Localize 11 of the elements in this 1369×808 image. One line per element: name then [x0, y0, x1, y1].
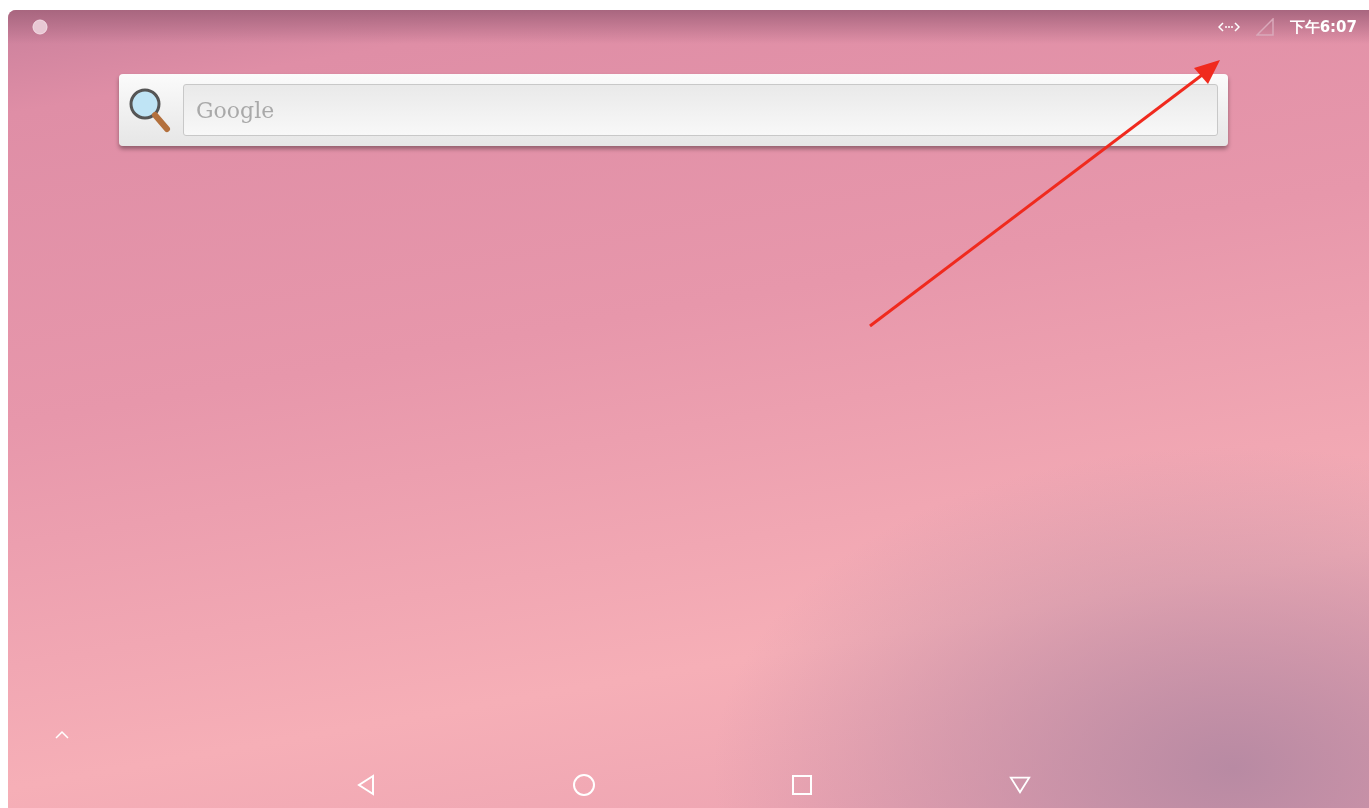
ethernet-icon — [1217, 21, 1240, 33]
notification-dot-icon — [32, 19, 48, 35]
back-button[interactable] — [355, 774, 377, 796]
search-field[interactable]: Google — [183, 84, 1218, 136]
clock-time: 下午6:07 — [1289, 17, 1357, 37]
home-button[interactable] — [573, 774, 595, 796]
hide-keyboard-button[interactable] — [1009, 774, 1031, 796]
signal-icon — [1255, 18, 1274, 36]
recent-apps-button[interactable] — [791, 774, 813, 796]
chevron-up-icon[interactable] — [54, 730, 70, 740]
search-icon[interactable] — [127, 86, 173, 134]
